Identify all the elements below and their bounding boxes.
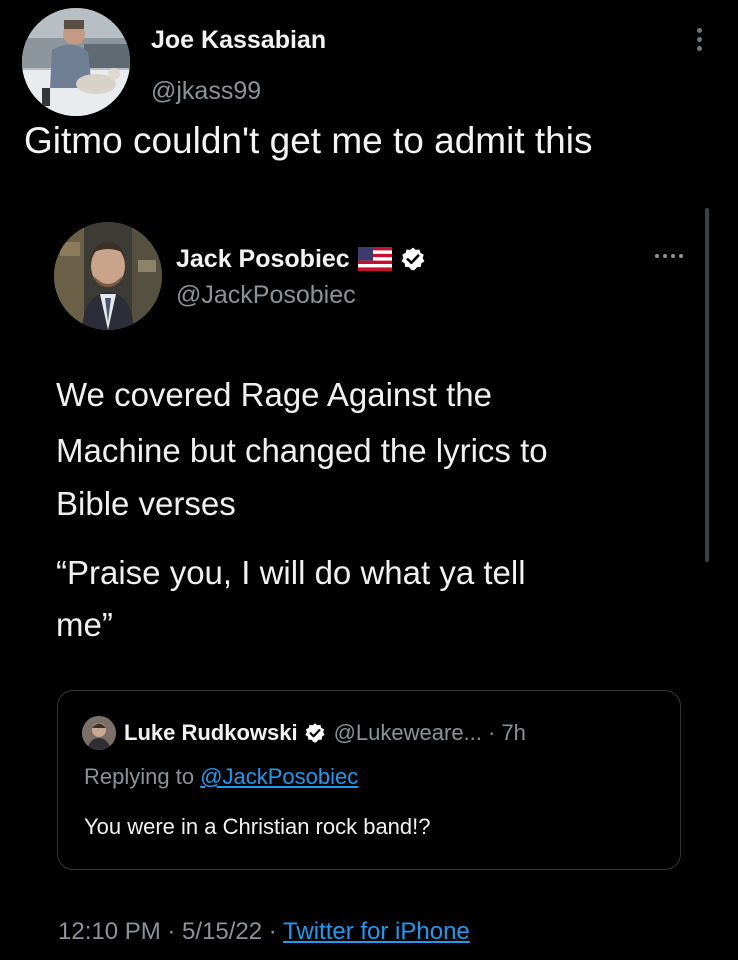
source-link[interactable]: Twitter for iPhone [283,918,470,945]
verified-badge-icon [401,247,425,271]
avatar-photo [82,716,116,750]
scrollbar[interactable] [705,208,709,562]
tweet-meta: 12:10 PM · 5/15/22 · Twitter for iPhone [58,918,470,946]
quoted-author-handle[interactable]: @JackPosobiec [176,281,356,310]
replying-to-link[interactable]: @JackPosobiec [200,764,358,789]
quoted-author-name-row: Jack Posobiec [176,242,426,276]
quoted-tweet-text-line: We covered Rage Against the [56,376,492,413]
author-avatar[interactable] [22,8,130,116]
tweet-text: Gitmo couldn't get me to admit this [24,120,593,161]
quoted-author-name[interactable]: Jack Posobiec [176,245,350,274]
verified-badge-icon [304,723,325,743]
avatar-photo [54,222,162,330]
replying-to-prefix: Replying to [84,764,201,789]
reply-author-handle-time[interactable]: @Lukeweare... · 7h [334,720,526,746]
reply-author-avatar[interactable] [82,716,116,750]
quoted-author-avatar[interactable] [54,222,162,330]
author-name[interactable]: Joe Kassabian [151,26,326,55]
reply-author-name[interactable]: Luke Rudkowski [124,720,298,746]
reply-text: You were in a Christian rock band!? [84,814,431,839]
us-flag-icon [357,247,392,271]
timestamp[interactable]: 12:10 PM · 5/15/22 · [58,918,283,945]
author-handle[interactable]: @jkass99 [151,77,261,106]
quoted-tweet-text-line: Machine but changed the lyrics to [56,432,548,469]
more-horizontal-icon[interactable] [652,250,686,264]
reply-header: Luke Rudkowski @Lukeweare... · 7h [124,717,526,749]
replying-to-line: Replying to @JackPosobiec [84,764,358,790]
quoted-tweet-text-line: Bible verses [56,485,236,522]
quoted-tweet-text-line: me” [56,606,113,643]
avatar-photo [22,8,130,116]
quoted-tweet-text-line: “Praise you, I will do what ya tell [56,554,526,591]
more-vertical-icon[interactable] [688,20,712,60]
